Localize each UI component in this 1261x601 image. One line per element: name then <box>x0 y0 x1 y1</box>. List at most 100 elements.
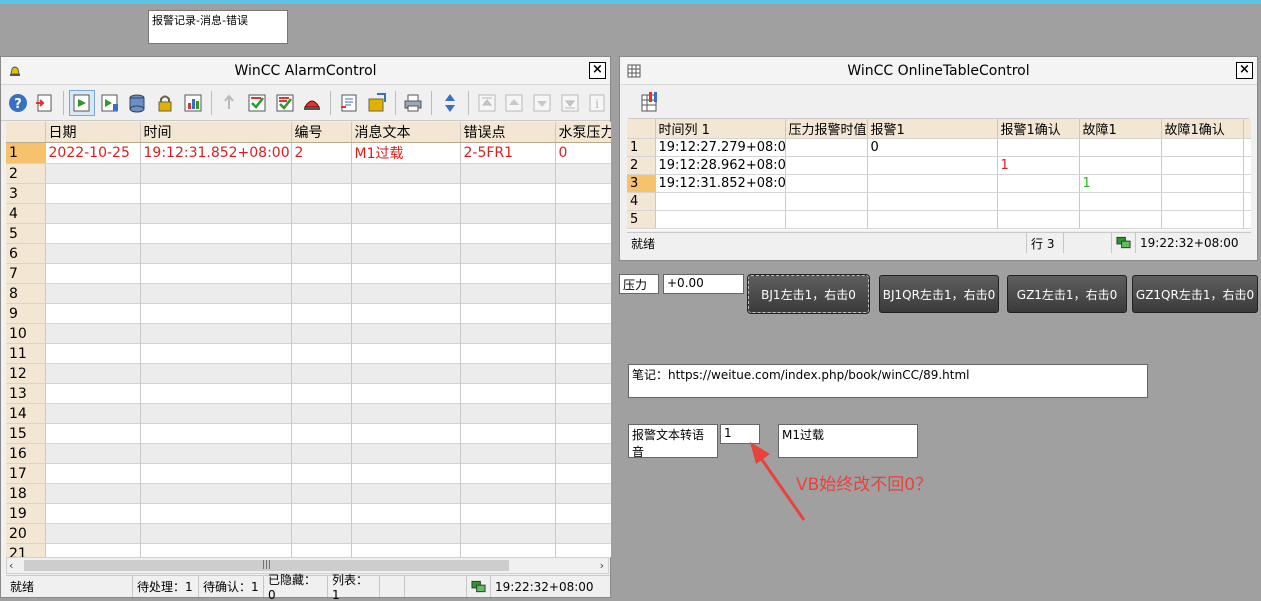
row-number[interactable]: 14 <box>6 403 46 424</box>
long-term-archive-icon[interactable] <box>125 90 151 116</box>
gz1-button[interactable]: GZ1左击1，右击0 <box>1007 275 1127 313</box>
next-message-icon[interactable] <box>529 90 555 116</box>
emergency-acknowledge-icon[interactable] <box>300 90 326 116</box>
row-number[interactable]: 16 <box>6 443 46 464</box>
row-number[interactable]: 10 <box>6 323 46 344</box>
table-row[interactable]: 5 <box>6 223 611 244</box>
selection-dialog-icon[interactable] <box>336 90 362 116</box>
online-row-header-corner <box>627 119 656 139</box>
table-row[interactable]: 12 <box>6 363 611 384</box>
row-number[interactable]: 3 <box>6 183 46 204</box>
row-number[interactable]: 12 <box>6 363 46 384</box>
row-number[interactable]: 8 <box>6 283 46 304</box>
gz1qr-button[interactable]: GZ1QR左击1，右击0 <box>1132 275 1258 313</box>
row-number[interactable]: 3 <box>627 174 656 193</box>
row-number[interactable]: 2 <box>6 163 46 184</box>
row-number[interactable]: 6 <box>6 243 46 264</box>
table-row[interactable]: 20 <box>6 523 611 544</box>
short-term-archive-icon[interactable] <box>97 90 123 116</box>
table-cell <box>555 443 611 464</box>
row-number[interactable]: 21 <box>6 543 46 557</box>
alarm-column-header[interactable]: 水泵压力 <box>555 122 611 143</box>
row-number[interactable]: 4 <box>6 203 46 224</box>
table-row[interactable]: 8 <box>6 283 611 304</box>
online-table-close-button[interactable]: × <box>1236 62 1253 79</box>
loop-in-alarm-icon[interactable] <box>217 90 243 116</box>
online-column-header[interactable]: 报警1确认 <box>997 119 1080 139</box>
table-row[interactable]: 15 <box>6 423 611 444</box>
lock-list-icon[interactable] <box>152 90 178 116</box>
table-cell <box>351 443 461 464</box>
bj1qr-button[interactable]: BJ1QR左击1，右击0 <box>879 275 999 313</box>
table-row[interactable]: 18 <box>6 483 611 504</box>
info-text-icon[interactable]: i <box>584 90 610 116</box>
table-row[interactable]: 14 <box>6 403 611 424</box>
alarm-column-header[interactable]: 消息文本 <box>351 122 461 143</box>
table-row[interactable]: 6 <box>6 243 611 264</box>
table-row[interactable]: 9 <box>6 303 611 324</box>
online-column-header[interactable]: 故障1确认 <box>1161 119 1244 139</box>
display-options-icon[interactable] <box>364 90 390 116</box>
statistics-icon[interactable] <box>180 90 206 116</box>
table-row[interactable]: 19 <box>6 503 611 524</box>
row-number[interactable]: 13 <box>6 383 46 404</box>
table-row[interactable]: 4 <box>6 203 611 224</box>
row-number[interactable]: 1 <box>627 138 656 157</box>
alarm-column-header[interactable]: 编号 <box>291 122 352 143</box>
table-row[interactable]: 3 <box>6 183 611 204</box>
row-number[interactable]: 20 <box>6 523 46 544</box>
scroll-left-icon[interactable]: ‹ <box>9 559 13 572</box>
table-row[interactable]: 2 <box>6 163 611 184</box>
row-number[interactable]: 5 <box>6 223 46 244</box>
online-column-header[interactable]: 时间列 1 <box>655 119 786 139</box>
online-column-header[interactable]: 故障1 <box>1079 119 1162 139</box>
row-number[interactable]: 19 <box>6 503 46 524</box>
scrollbar-thumb[interactable]: ||| <box>24 560 509 571</box>
row-number[interactable]: 4 <box>627 192 656 211</box>
scroll-right-icon[interactable]: › <box>600 559 604 572</box>
row-number[interactable]: 7 <box>6 263 46 284</box>
table-row[interactable]: 11 <box>6 343 611 364</box>
online-column-header[interactable]: 报警1 <box>867 119 998 139</box>
row-number[interactable]: 17 <box>6 463 46 484</box>
bj1-button[interactable]: BJ1左击1，右击0 <box>747 274 870 314</box>
table-row[interactable]: 1 2022-10-25 19:12:31.852+08:00 2 M1过载 2-5FR1… <box>6 142 611 164</box>
table-row[interactable]: 3 19:12:31.852+08:00 1 <box>627 174 1251 193</box>
help-icon[interactable]: ? <box>5 90 31 116</box>
row-number[interactable]: 2 <box>627 156 656 175</box>
alarm-control-close-button[interactable]: × <box>589 62 606 79</box>
alarm-column-header[interactable]: 错误点 <box>460 122 556 143</box>
alarm-table: 日期 时间 编号 消息文本 错误点 水泵压力 1 2022-10-25 19:12:… <box>6 122 611 557</box>
config-icon[interactable] <box>33 90 59 116</box>
row-number[interactable]: 11 <box>6 343 46 364</box>
row-number[interactable]: 18 <box>6 483 46 504</box>
table-row[interactable]: 21 <box>6 543 611 557</box>
table-row[interactable]: 5 <box>627 210 1251 229</box>
table-cell <box>555 503 611 524</box>
table-row[interactable]: 2 19:12:28.962+08:00 1 <box>627 156 1251 175</box>
table-config-icon[interactable] <box>638 89 664 115</box>
previous-message-icon[interactable] <box>501 90 527 116</box>
first-message-icon[interactable] <box>474 90 500 116</box>
last-message-icon[interactable] <box>557 90 583 116</box>
message-list-icon[interactable] <box>69 89 95 116</box>
table-row[interactable]: 4 <box>627 192 1251 211</box>
group-acknowledge-icon[interactable] <box>272 90 298 116</box>
table-row[interactable]: 7 <box>6 263 611 284</box>
alarm-column-header[interactable]: 日期 <box>45 122 141 143</box>
row-number[interactable]: 1 <box>6 142 46 164</box>
row-number[interactable]: 5 <box>627 210 656 229</box>
print-icon[interactable] <box>400 90 426 116</box>
table-row[interactable]: 16 <box>6 443 611 464</box>
pressure-value-field[interactable]: +0.00 <box>663 274 744 294</box>
sort-icon[interactable] <box>437 90 463 116</box>
table-row[interactable]: 1 19:12:27.279+08:00 0 <box>627 138 1251 157</box>
online-column-header[interactable]: 压力报警时值 <box>785 119 868 139</box>
table-row[interactable]: 13 <box>6 383 611 404</box>
row-number[interactable]: 15 <box>6 423 46 444</box>
table-row[interactable]: 17 <box>6 463 611 484</box>
alarm-column-header[interactable]: 时间 <box>140 122 292 143</box>
table-row[interactable]: 10 <box>6 323 611 344</box>
row-number[interactable]: 9 <box>6 303 46 324</box>
acknowledge-icon[interactable] <box>244 90 270 116</box>
